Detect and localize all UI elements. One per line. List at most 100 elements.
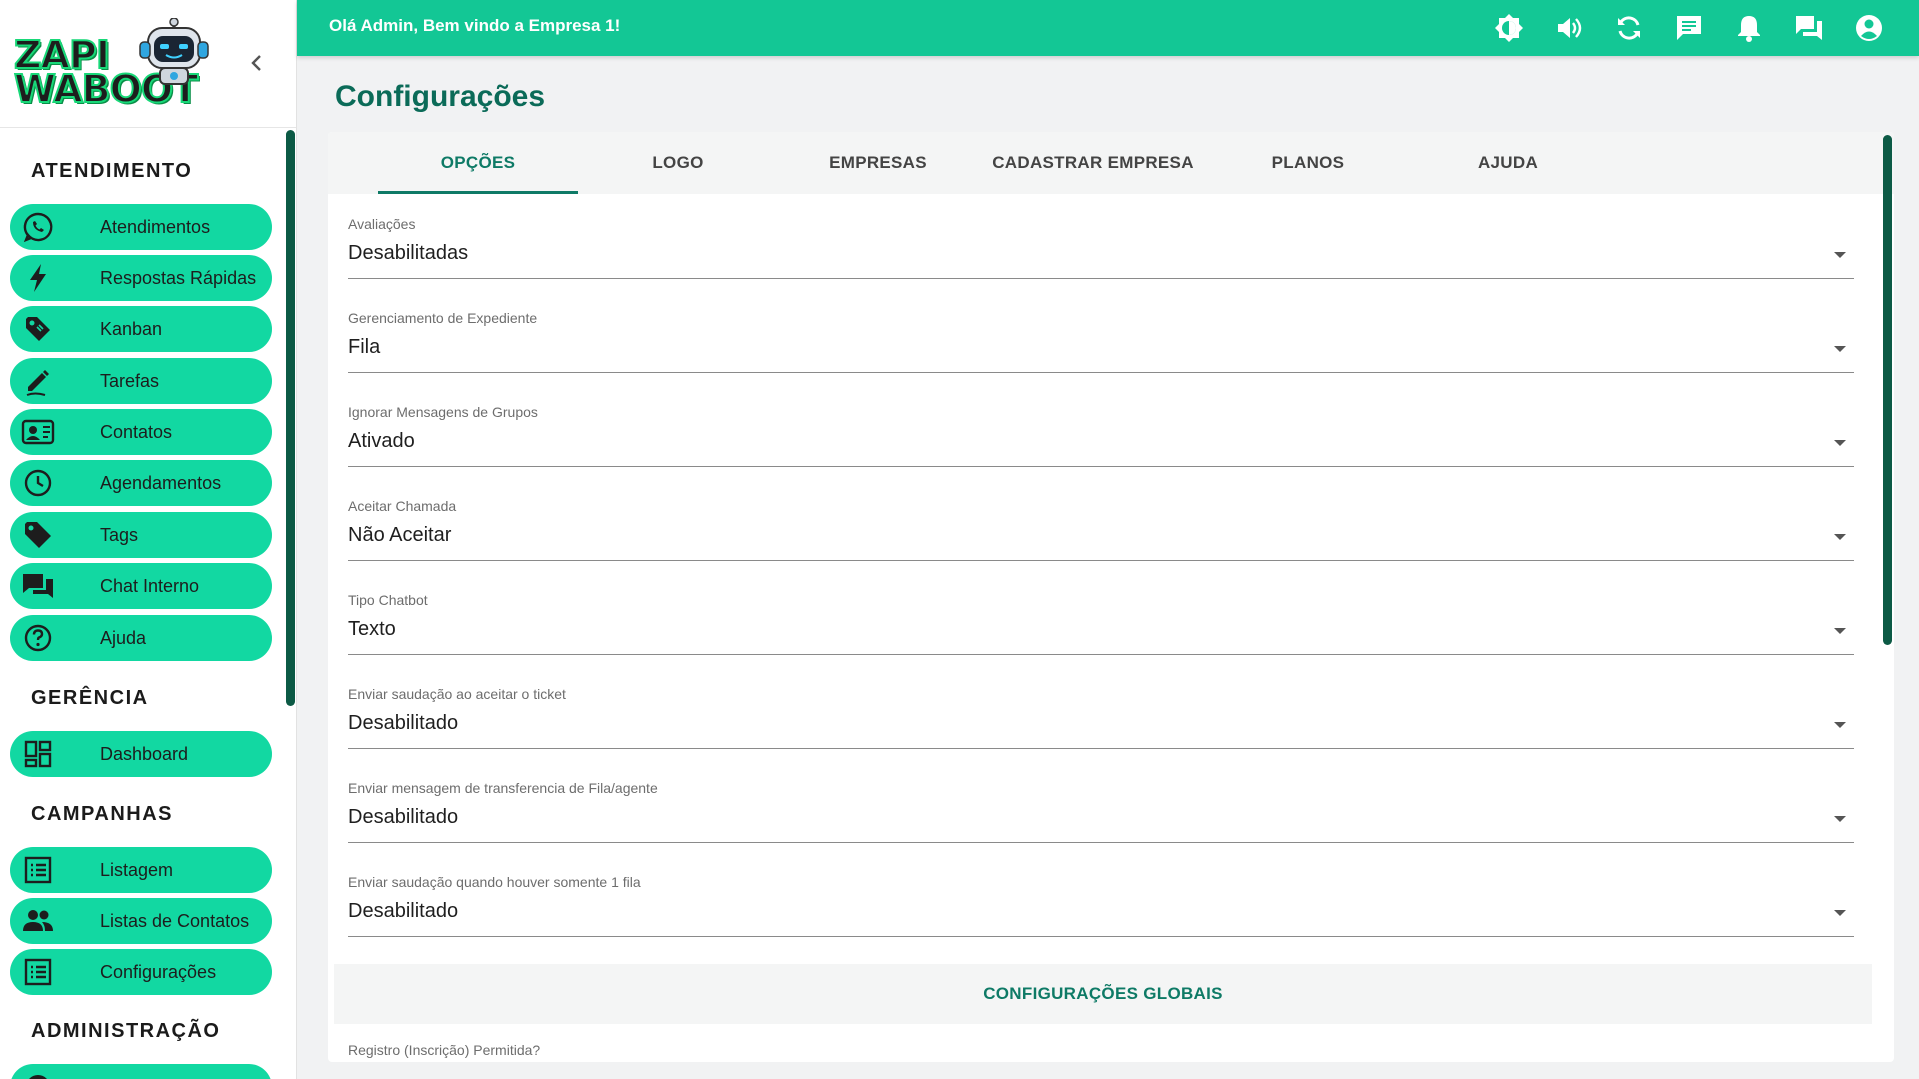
- top-actions: [1479, 0, 1899, 56]
- refresh-icon: [1618, 16, 1640, 40]
- dropdown-arrow-icon: [1834, 440, 1846, 446]
- select-saudacao-aceitar-ticket[interactable]: Enviar saudação ao aceitar o ticket Desa…: [348, 686, 1854, 756]
- sidebar-item-listagem[interactable]: Listagem: [10, 847, 272, 893]
- account-circle-icon: [1856, 15, 1882, 41]
- list-icon: [10, 847, 66, 893]
- field-label: Enviar saudação ao aceitar o ticket: [348, 686, 566, 702]
- account-button[interactable]: [1839, 0, 1899, 56]
- brightness-icon: [1495, 14, 1523, 42]
- field-label: Aceitar Chamada: [348, 498, 457, 514]
- field-value: Desabilitado: [348, 712, 459, 734]
- tab-cadastrar-empresa[interactable]: CADASTRAR EMPRESA: [978, 132, 1208, 194]
- field-label: Ignorar Mensagens de Grupos: [348, 404, 538, 420]
- content-scrollbar[interactable]: [1883, 135, 1892, 645]
- select-aceitar-chamada[interactable]: Aceitar Chamada Não Aceitar: [348, 498, 1854, 568]
- sidebar-scrollbar[interactable]: [286, 130, 295, 706]
- sidebar-item-agendamentos[interactable]: Agendamentos: [10, 460, 272, 506]
- whatsapp-icon: [10, 204, 66, 250]
- global-settings-header: CONFIGURAÇÕES GLOBAIS: [334, 964, 1872, 1024]
- field-underline: [348, 748, 1854, 749]
- help-icon: [10, 615, 66, 661]
- sidebar-item-kanban[interactable]: Kanban: [10, 306, 272, 352]
- sidebar-item-label: Dashboard: [100, 743, 189, 764]
- messages-button[interactable]: [1659, 0, 1719, 56]
- select-mensagem-transferencia[interactable]: Enviar mensagem de transferencia de Fila…: [348, 780, 1854, 850]
- sidebar-item-tarefas[interactable]: Tarefas: [10, 358, 272, 404]
- sidebar-item-label: Kanban: [100, 318, 163, 339]
- field-value: Fila: [348, 336, 381, 358]
- field-underline: [348, 654, 1854, 655]
- field-label: Enviar saudação quando houver somente 1 …: [348, 874, 641, 890]
- dropdown-arrow-icon: [1834, 346, 1846, 352]
- sidebar-item-tags[interactable]: Tags: [10, 512, 272, 558]
- sidebar-item-label: Respostas Rápidas: [100, 267, 257, 288]
- logo-area: ZAPI WABOOT: [0, 0, 296, 128]
- section-title-administracao: ADMINISTRAÇÃO: [31, 1020, 221, 1042]
- field-value: Ativado: [348, 430, 415, 452]
- sidebar-item-dashboard[interactable]: Dashboard: [10, 731, 272, 777]
- select-saudacao-somente-uma-fila[interactable]: Enviar saudação quando houver somente 1 …: [348, 874, 1854, 944]
- top-app-bar: Olá Admin, Bem vindo a Empresa 1!: [297, 0, 1919, 56]
- refresh-button[interactable]: [1599, 0, 1659, 56]
- field-value: Desabilitadas: [348, 242, 469, 264]
- field-value: Desabilitado: [348, 900, 459, 922]
- dashboard-icon: [10, 731, 66, 777]
- sidebar-item-label: Ajuda: [100, 627, 147, 648]
- section-title-campanhas: CAMPANHAS: [31, 803, 174, 825]
- field-value: Não Aceitar: [348, 524, 452, 546]
- sidebar-item-respostas-rapidas[interactable]: Respostas Rápidas: [10, 255, 272, 301]
- section-title-atendimento: ATENDIMENTO: [31, 160, 193, 182]
- select-tipo-chatbot[interactable]: Tipo Chatbot Texto: [348, 592, 1854, 662]
- chevron-left-icon: [251, 55, 261, 71]
- tag-icon: [10, 306, 66, 352]
- pencil-icon: [10, 358, 66, 404]
- sidebar-item-label: Listagem: [100, 859, 174, 880]
- tab-logo[interactable]: LOGO: [578, 132, 778, 194]
- sidebar-item-label: Tarefas: [100, 370, 160, 391]
- bell-icon: [1738, 16, 1760, 42]
- tab-planos[interactable]: PLANOS: [1208, 132, 1408, 194]
- chat-icon: [10, 563, 66, 609]
- tab-opcoes[interactable]: OPÇÕES: [378, 132, 578, 194]
- sidebar-item-configuracoes[interactable]: Configurações: [10, 949, 272, 995]
- notifications-button[interactable]: [1719, 0, 1779, 56]
- sidebar-item-label: Listas de Contatos: [100, 910, 250, 931]
- settings-card: OPÇÕES LOGO EMPRESAS CADASTRAR EMPRESA P…: [328, 132, 1894, 1062]
- select-gerenciamento-expediente[interactable]: Gerenciamento de Expediente Fila: [348, 310, 1854, 380]
- field-label: Enviar mensagem de transferencia de Fila…: [348, 780, 658, 796]
- sidebar-item-chat-interno[interactable]: Chat Interno: [10, 563, 272, 609]
- settings-tabs: OPÇÕES LOGO EMPRESAS CADASTRAR EMPRESA P…: [328, 132, 1894, 194]
- sidebar-item-ajuda[interactable]: Ajuda: [10, 615, 272, 661]
- field-value: Texto: [348, 618, 396, 640]
- collapse-sidebar-button[interactable]: [244, 50, 270, 76]
- select-ignorar-mensagens-grupos[interactable]: Ignorar Mensagens de Grupos Ativado: [348, 404, 1854, 474]
- people-icon: [10, 898, 66, 944]
- sidebar-item-listas-de-contatos[interactable]: Listas de Contatos: [10, 898, 272, 944]
- forum-icon: [1796, 16, 1822, 40]
- field-underline: [348, 560, 1854, 561]
- tab-ajuda[interactable]: AJUDA: [1408, 132, 1608, 194]
- field-label-registro-permitido: Registro (Inscrição) Permitida?: [348, 1042, 541, 1058]
- bolt-icon: [10, 255, 66, 301]
- field-label: Avaliações: [348, 216, 416, 232]
- sidebar-item-partial[interactable]: [10, 1064, 272, 1079]
- sidebar-item-label: Agendamentos: [100, 472, 222, 493]
- sidebar-item-atendimentos[interactable]: Atendimentos: [10, 204, 272, 250]
- theme-toggle-button[interactable]: [1479, 0, 1539, 56]
- clock-icon: [10, 460, 66, 506]
- welcome-message: Olá Admin, Bem vindo a Empresa 1!: [329, 16, 621, 35]
- dropdown-arrow-icon: [1834, 722, 1846, 728]
- tab-empresas[interactable]: EMPRESAS: [778, 132, 978, 194]
- field-label: Tipo Chatbot: [348, 592, 428, 608]
- field-value: Desabilitado: [348, 806, 459, 828]
- list-icon: [10, 949, 66, 995]
- sidebar-item-contatos[interactable]: Contatos: [10, 409, 272, 455]
- dropdown-arrow-icon: [1834, 910, 1846, 916]
- volume-button[interactable]: [1539, 0, 1599, 56]
- field-underline: [348, 278, 1854, 279]
- contact-card-icon: [10, 409, 66, 455]
- field-underline: [348, 372, 1854, 373]
- dropdown-arrow-icon: [1834, 252, 1846, 258]
- internal-chat-button[interactable]: [1779, 0, 1839, 56]
- select-avaliacoes[interactable]: Avaliações Desabilitadas: [348, 216, 1854, 286]
